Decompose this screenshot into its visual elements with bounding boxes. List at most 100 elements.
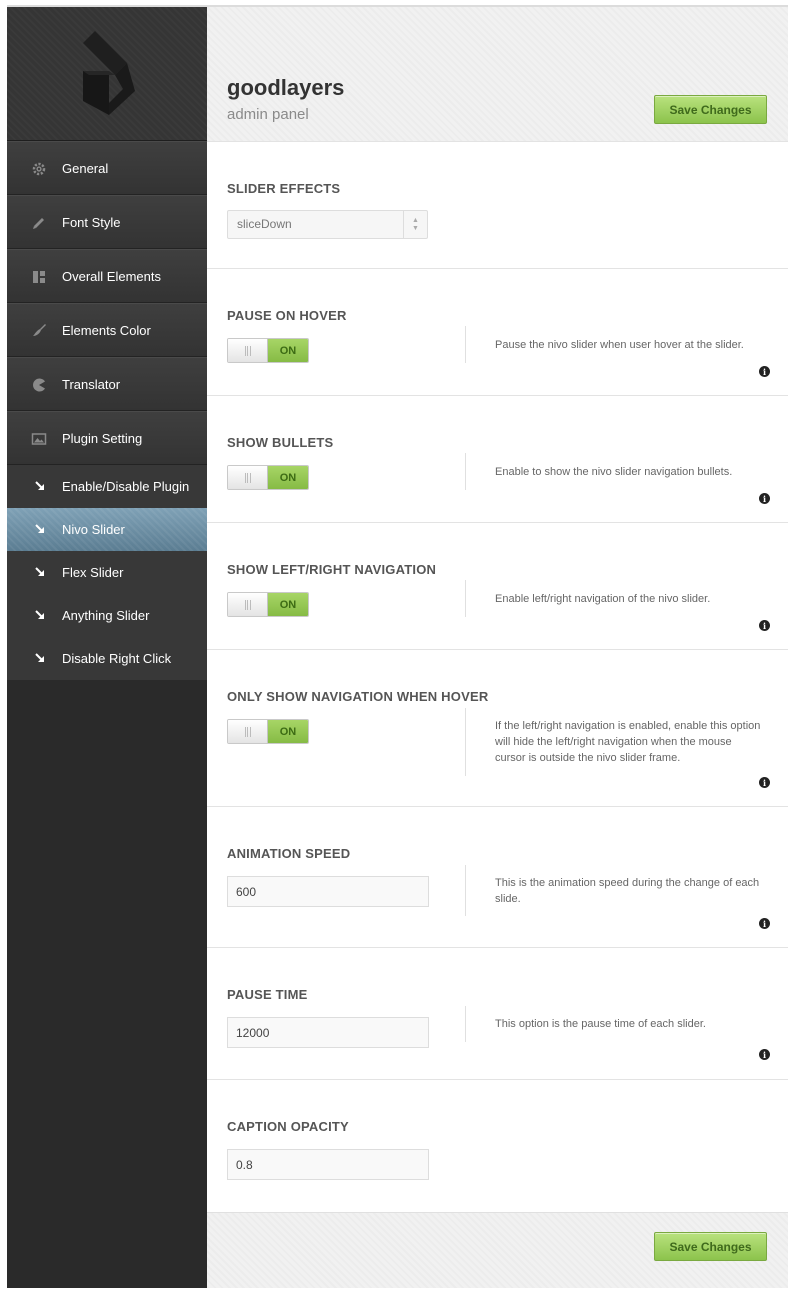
- section-title: SHOW BULLETS: [227, 435, 334, 450]
- toggle-knob: [228, 466, 268, 489]
- section-caption-opacity: CAPTION OPACITY: [207, 1080, 788, 1213]
- gear-icon: [32, 162, 46, 176]
- toggle-state: ON: [268, 593, 308, 616]
- sidebar-subitem-label: Nivo Slider: [62, 522, 125, 537]
- section-title: CAPTION OPACITY: [227, 1119, 349, 1134]
- brand-title: goodlayers: [227, 75, 345, 100]
- info-icon[interactable]: i: [759, 493, 770, 504]
- toggle-state: ON: [268, 466, 308, 489]
- section-slider-effects: SLIDER EFFECTS sliceDown ▲ ▼: [207, 142, 788, 269]
- section-title: SLIDER EFFECTS: [227, 181, 341, 196]
- divider: [465, 453, 466, 490]
- slider-effects-select[interactable]: sliceDown ▲ ▼: [227, 210, 428, 239]
- sidebar-subitem-enable-disable-plugin[interactable]: Enable/Disable Plugin: [7, 465, 207, 508]
- divider: [465, 580, 466, 617]
- image-icon: [31, 433, 47, 445]
- main-panel: goodlayers admin panel Save Changes SLID…: [207, 7, 788, 1288]
- arrow-down-right-icon: [35, 481, 44, 490]
- toggle-knob: [228, 339, 268, 362]
- pause-time-input[interactable]: [227, 1017, 429, 1048]
- arrow-down-right-icon: [35, 524, 44, 533]
- sidebar-subitem-label: Disable Right Click: [62, 651, 172, 666]
- save-changes-button-bottom[interactable]: Save Changes: [654, 1232, 767, 1261]
- goodlayers-logo-icon: [83, 31, 135, 115]
- description: This is the animation speed during the c…: [495, 877, 760, 905]
- sidebar-item-translator[interactable]: Translator: [7, 357, 207, 411]
- description: This option is the pause time of each sl…: [495, 1018, 706, 1030]
- sidebar-item-plugin-setting[interactable]: Plugin Setting: [7, 411, 207, 465]
- sidebar-item-elements-color[interactable]: Elements Color: [7, 303, 207, 357]
- plugin-submenu: Enable/Disable Plugin Nivo Slider Flex S…: [7, 465, 207, 680]
- section-title: ANIMATION SPEED: [227, 846, 351, 861]
- info-icon[interactable]: i: [759, 777, 770, 788]
- brush-icon: [33, 324, 46, 336]
- sidebar-subitem-flex-slider[interactable]: Flex Slider: [7, 551, 207, 594]
- pencil-icon: [33, 218, 44, 229]
- header: goodlayers admin panel Save Changes: [207, 7, 788, 141]
- sidebar-subitem-label: Anything Slider: [62, 608, 150, 623]
- pause-on-hover-toggle[interactable]: ON: [227, 338, 309, 363]
- select-arrows-icon: ▲ ▼: [403, 211, 427, 238]
- sidebar-subitem-nivo-slider[interactable]: Nivo Slider: [7, 508, 207, 551]
- sidebar: General Font Style Overall Elements Elem…: [7, 7, 207, 1288]
- divider: [465, 1006, 466, 1042]
- section-title: ONLY SHOW NAVIGATION WHEN HOVER: [227, 689, 489, 704]
- section-pause-time: PAUSE TIME This option is the pause time…: [207, 948, 788, 1080]
- sidebar-item-label: Translator: [62, 377, 121, 392]
- layout-icon: [33, 271, 45, 283]
- pacman-icon: [33, 378, 45, 392]
- description: If the left/right navigation is enabled,…: [495, 720, 761, 764]
- sidebar-subitem-label: Flex Slider: [62, 565, 124, 580]
- description: Enable left/right navigation of the nivo…: [495, 593, 711, 605]
- sidebar-item-label: Font Style: [62, 215, 121, 230]
- section-animation-speed: ANIMATION SPEED This is the animation sp…: [207, 807, 788, 948]
- arrow-down-right-icon: [35, 567, 44, 576]
- section-pause-on-hover: PAUSE ON HOVER ON Pause the nivo slider …: [207, 269, 788, 396]
- animation-speed-input[interactable]: [227, 876, 429, 907]
- info-icon[interactable]: i: [759, 1049, 770, 1060]
- section-title: PAUSE TIME: [227, 987, 308, 1002]
- toggle-state: ON: [268, 720, 308, 743]
- grip-icon: [245, 600, 251, 610]
- toggle-knob: [228, 720, 268, 743]
- show-navigation-toggle[interactable]: ON: [227, 592, 309, 617]
- description: Pause the nivo slider when user hover at…: [495, 339, 744, 351]
- sidebar-subitem-disable-right-click[interactable]: Disable Right Click: [7, 637, 207, 680]
- divider: [465, 865, 466, 916]
- section-title: PAUSE ON HOVER: [227, 308, 347, 323]
- toggle-knob: [228, 593, 268, 616]
- description: Enable to show the nivo slider navigatio…: [495, 466, 733, 478]
- section-title: SHOW LEFT/RIGHT NAVIGATION: [227, 562, 437, 577]
- settings-form: SLIDER EFFECTS sliceDown ▲ ▼ PAUSE ON HOV…: [207, 141, 788, 1212]
- navigation-hover-toggle[interactable]: ON: [227, 719, 309, 744]
- info-icon[interactable]: i: [759, 366, 770, 377]
- info-icon[interactable]: i: [759, 918, 770, 929]
- sidebar-item-font-style[interactable]: Font Style: [7, 195, 207, 249]
- grip-icon: [245, 727, 251, 737]
- section-show-navigation: SHOW LEFT/RIGHT NAVIGATION ON Enable lef…: [207, 523, 788, 650]
- sidebar-item-label: Elements Color: [62, 323, 151, 338]
- brand-subtitle: admin panel: [227, 106, 309, 123]
- grip-icon: [245, 473, 251, 483]
- divider: [465, 326, 466, 363]
- select-value: sliceDown: [237, 217, 292, 231]
- divider: [465, 708, 466, 776]
- arrow-down-right-icon: [35, 610, 44, 619]
- grip-icon: [245, 346, 251, 356]
- save-changes-button[interactable]: Save Changes: [654, 95, 767, 124]
- section-navigation-hover: ONLY SHOW NAVIGATION WHEN HOVER ON If th…: [207, 650, 788, 807]
- sidebar-subitem-anything-slider[interactable]: Anything Slider: [7, 594, 207, 637]
- logo: [7, 7, 207, 141]
- show-bullets-toggle[interactable]: ON: [227, 465, 309, 490]
- sidebar-item-overall-elements[interactable]: Overall Elements: [7, 249, 207, 303]
- info-icon[interactable]: i: [759, 620, 770, 631]
- sidebar-item-label: Plugin Setting: [62, 431, 143, 446]
- sidebar-subitem-label: Enable/Disable Plugin: [62, 479, 190, 494]
- section-show-bullets: SHOW BULLETS ON Enable to show the nivo …: [207, 396, 788, 523]
- caption-opacity-input[interactable]: [227, 1149, 429, 1180]
- sidebar-item-general[interactable]: General: [7, 141, 207, 195]
- arrow-down-right-icon: [35, 653, 44, 662]
- sidebar-item-label: General: [62, 161, 109, 176]
- sidebar-item-label: Overall Elements: [62, 269, 161, 284]
- admin-panel: General Font Style Overall Elements Elem…: [7, 5, 788, 1288]
